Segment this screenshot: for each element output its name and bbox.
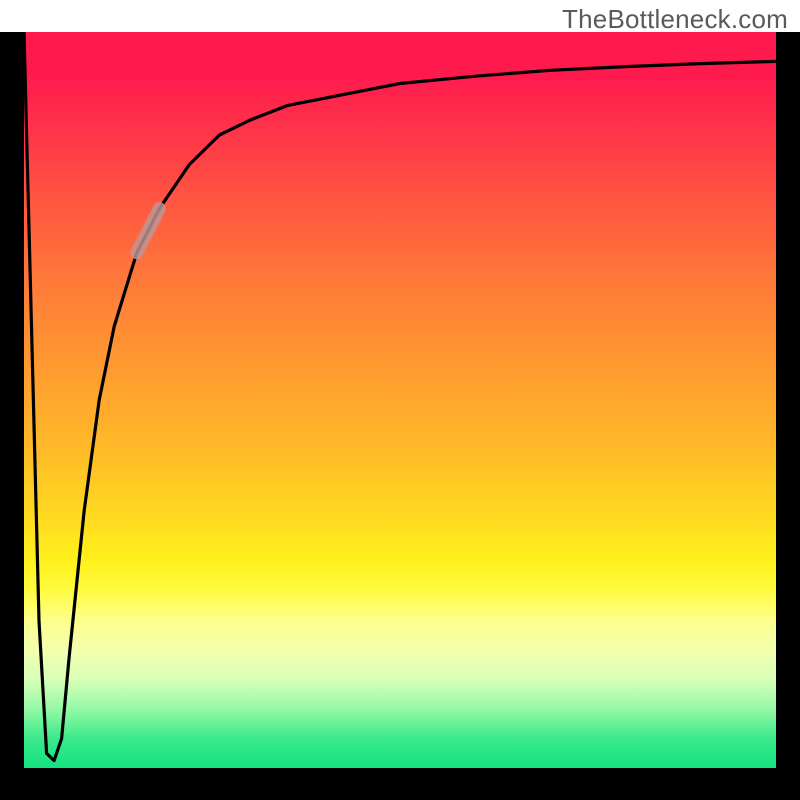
frame-border-left xyxy=(0,32,24,768)
frame-border-right xyxy=(776,32,800,768)
curve-svg xyxy=(24,32,776,768)
bottleneck-curve xyxy=(24,32,776,761)
curve-highlight-segment xyxy=(137,209,160,253)
frame-border-bottom xyxy=(0,768,800,800)
plot-area xyxy=(24,32,776,768)
attribution-text: TheBottleneck.com xyxy=(562,4,788,35)
chart-stage: TheBottleneck.com xyxy=(0,0,800,800)
